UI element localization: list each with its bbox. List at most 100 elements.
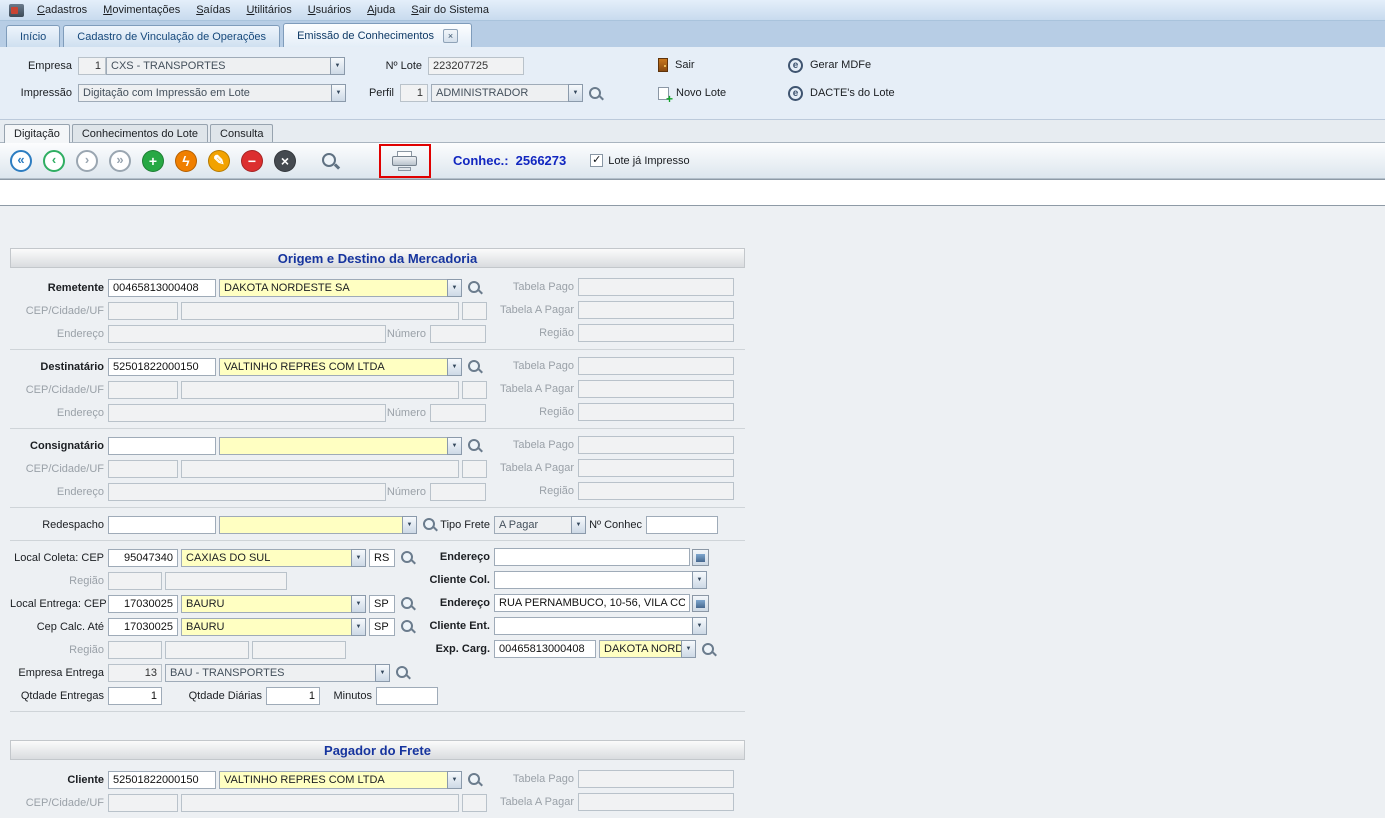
redespacho-code-field[interactable] <box>108 516 216 534</box>
cliente-combo[interactable]: VALTINHO REPRES COM LTDA ▼ <box>219 771 462 789</box>
local-coleta-cep-field[interactable] <box>108 549 178 567</box>
novo-lote-button[interactable]: Novo Lote <box>658 84 726 102</box>
local-entrega-cidade-combo[interactable]: BAURU ▼ <box>181 595 366 613</box>
cancel-record-icon[interactable]: × <box>274 150 296 172</box>
cep-calc-uf-field[interactable] <box>369 618 395 636</box>
cliente-col-combo[interactable]: ▼ <box>494 571 707 589</box>
consignatario-search-icon[interactable] <box>467 437 483 454</box>
tab-close-icon[interactable]: × <box>443 29 458 43</box>
coleta-endereco-lookup-icon[interactable] <box>692 549 709 566</box>
exp-carg-combo[interactable]: DAKOTA NORDES ▼ <box>599 640 696 658</box>
tab-emissao[interactable]: Emissão de Conhecimentos × <box>283 23 472 47</box>
chevron-down-icon[interactable]: ▼ <box>351 618 366 636</box>
add-record-icon[interactable]: + <box>142 150 164 172</box>
post-record-icon[interactable]: ϟ <box>175 150 197 172</box>
exp-carg-search-icon[interactable] <box>701 641 717 658</box>
empresa-combo[interactable]: CXS - TRANSPORTES ▼ <box>106 57 345 75</box>
consignatario-code-field[interactable] <box>108 437 216 455</box>
remetente-search-icon[interactable] <box>467 279 483 296</box>
entrega-endereco-lookup-icon[interactable] <box>692 595 709 612</box>
empresa-entrega-search-icon[interactable] <box>395 664 411 681</box>
chevron-down-icon[interactable]: ▼ <box>571 516 586 534</box>
destinatario-code-field[interactable] <box>108 358 216 376</box>
perfil-code-field[interactable] <box>400 84 428 102</box>
impressao-combo[interactable]: Digitação com Impressão em Lote ▼ <box>78 84 346 102</box>
cep-calc-cep-field[interactable] <box>108 618 178 636</box>
menu-saidas[interactable]: Saídas <box>188 1 238 19</box>
cep-calc-cidade-combo[interactable]: BAURU ▼ <box>181 618 366 636</box>
menu-cadastros[interactable]: Cadastros <box>29 1 95 19</box>
cep-calc-search-icon[interactable] <box>400 618 416 635</box>
delete-record-icon[interactable]: − <box>241 150 263 172</box>
redespacho-search-icon[interactable] <box>422 516 438 533</box>
gerar-mdfe-button[interactable]: e Gerar MDFe <box>788 56 871 74</box>
main-tab-strip: Início Cadastro de Vinculação de Operaçõ… <box>0 21 1385 47</box>
local-entrega-uf-field[interactable] <box>369 595 395 613</box>
local-coleta-uf-field[interactable] <box>369 549 395 567</box>
chevron-down-icon[interactable]: ▼ <box>447 437 462 455</box>
subtab-conhecimentos-do-lote[interactable]: Conhecimentos do Lote <box>72 124 208 142</box>
qtdade-entregas-field[interactable] <box>108 687 162 705</box>
lote-impresso-checkbox-group[interactable]: ✓ Lote já Impresso <box>590 154 689 167</box>
empresa-entrega-combo[interactable]: BAU - TRANSPORTES ▼ <box>165 664 390 682</box>
tipo-frete-combo[interactable]: A Pagar ▼ <box>494 516 586 534</box>
local-entrega-cep-field[interactable] <box>108 595 178 613</box>
subtab-consulta[interactable]: Consulta <box>210 124 273 142</box>
qtdade-diarias-field[interactable] <box>266 687 320 705</box>
chevron-down-icon[interactable]: ▼ <box>402 516 417 534</box>
chevron-down-icon[interactable]: ▼ <box>331 84 346 102</box>
cliente-search-icon[interactable] <box>467 771 483 788</box>
cliente-code-field[interactable] <box>108 771 216 789</box>
perfil-combo[interactable]: ADMINISTRADOR ▼ <box>431 84 583 102</box>
redespacho-combo[interactable]: ▼ <box>219 516 417 534</box>
chevron-down-icon[interactable]: ▼ <box>692 571 707 589</box>
search-icon[interactable] <box>321 151 341 171</box>
edit-record-icon[interactable]: ✎ <box>208 150 230 172</box>
nav-last-icon[interactable]: » <box>109 150 131 172</box>
subtab-digitacao[interactable]: Digitação <box>4 124 70 143</box>
sair-button[interactable]: Sair <box>658 56 695 74</box>
destinatario-search-icon[interactable] <box>467 358 483 375</box>
observation-entry-field[interactable] <box>0 179 1385 206</box>
nav-first-icon[interactable]: « <box>10 150 32 172</box>
lote-field[interactable] <box>428 57 524 75</box>
entrega-endereco-field[interactable] <box>494 594 690 612</box>
print-icon[interactable] <box>392 151 418 171</box>
chevron-down-icon[interactable]: ▼ <box>447 771 462 789</box>
local-coleta-cidade-combo[interactable]: CAXIAS DO SUL ▼ <box>181 549 366 567</box>
menu-ajuda[interactable]: Ajuda <box>359 1 403 19</box>
n-conhec-field[interactable] <box>646 516 718 534</box>
chevron-down-icon[interactable]: ▼ <box>681 640 696 658</box>
local-entrega-search-icon[interactable] <box>400 595 416 612</box>
minutos-field[interactable] <box>376 687 438 705</box>
chevron-down-icon[interactable]: ▼ <box>568 84 583 102</box>
cliente-ent-value <box>494 617 692 635</box>
cliente-ent-combo[interactable]: ▼ <box>494 617 707 635</box>
nav-next-icon[interactable]: › <box>76 150 98 172</box>
destinatario-combo[interactable]: VALTINHO REPRES COM LTDA ▼ <box>219 358 462 376</box>
remetente-combo[interactable]: DAKOTA NORDESTE SA ▼ <box>219 279 462 297</box>
menu-usuarios[interactable]: Usuários <box>300 1 359 19</box>
empresa-code-field[interactable] <box>78 57 106 75</box>
coleta-endereco-field[interactable] <box>494 548 690 566</box>
menu-movimentacoes[interactable]: Movimentações <box>95 1 188 19</box>
local-coleta-search-icon[interactable] <box>400 549 416 566</box>
chevron-down-icon[interactable]: ▼ <box>447 358 462 376</box>
chevron-down-icon[interactable]: ▼ <box>692 617 707 635</box>
menu-sair-do-sistema[interactable]: Sair do Sistema <box>403 1 497 19</box>
chevron-down-icon[interactable]: ▼ <box>447 279 462 297</box>
chevron-down-icon[interactable]: ▼ <box>351 549 366 567</box>
exp-carg-code-field[interactable] <box>494 640 596 658</box>
tab-vinculacao[interactable]: Cadastro de Vinculação de Operações <box>63 25 280 47</box>
chevron-down-icon[interactable]: ▼ <box>330 57 345 75</box>
lote-impresso-checkbox[interactable]: ✓ <box>590 154 603 167</box>
menu-utilitarios[interactable]: Utilitários <box>238 1 299 19</box>
chevron-down-icon[interactable]: ▼ <box>375 664 390 682</box>
chevron-down-icon[interactable]: ▼ <box>351 595 366 613</box>
nav-prior-icon[interactable]: ‹ <box>43 150 65 172</box>
dacte-button[interactable]: e DACTE's do Lote <box>788 84 895 102</box>
remetente-code-field[interactable] <box>108 279 216 297</box>
consignatario-combo[interactable]: ▼ <box>219 437 462 455</box>
tab-inicio[interactable]: Início <box>6 25 60 47</box>
perfil-search-icon[interactable] <box>588 85 604 102</box>
